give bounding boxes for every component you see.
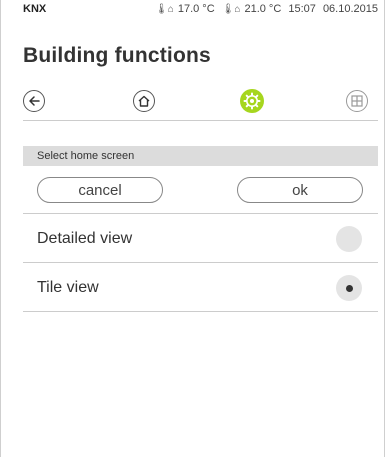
- indoor-temp: 21.0 °C: [244, 3, 282, 15]
- option-label: Tile view: [37, 279, 99, 296]
- home-button[interactable]: [133, 90, 155, 112]
- grid-icon: [351, 95, 363, 107]
- status-bar: KNX 🌡︎⌂ 17.0 °C 🌡︎⌂ 21.0 °C 15:07 06.10.20…: [1, 0, 385, 18]
- outdoor-thermometer-icon: 🌡︎⌂: [155, 4, 174, 15]
- app-screen: KNX 🌡︎⌂ 17.0 °C 🌡︎⌂ 21.0 °C 15:07 06.10.20…: [0, 0, 385, 457]
- nav-bar: [23, 84, 378, 121]
- option-detailed-view[interactable]: Detailed view: [23, 215, 378, 263]
- radio-button-tile-view[interactable]: [336, 275, 362, 301]
- action-row: cancel ok: [23, 166, 378, 214]
- back-arrow-icon: [29, 96, 40, 106]
- ok-button[interactable]: ok: [237, 177, 363, 203]
- option-tile-view[interactable]: Tile view: [23, 264, 378, 312]
- cancel-button[interactable]: cancel: [37, 177, 163, 203]
- option-label: Detailed view: [37, 230, 133, 247]
- outdoor-temp: 17.0 °C: [177, 3, 215, 15]
- gear-icon: [243, 92, 261, 110]
- indoor-thermometer-icon: 🌡︎⌂: [221, 4, 241, 15]
- status-readout: 🌡︎⌂ 17.0 °C 🌡︎⌂ 21.0 °C 15:07 06.10.2015: [151, 3, 378, 15]
- radio-button-detailed-view[interactable]: [336, 226, 362, 252]
- back-button[interactable]: [23, 90, 45, 112]
- page-title: Building functions: [23, 44, 211, 67]
- section-header: Select home screen: [23, 146, 378, 166]
- radio-selected-dot: [345, 284, 353, 292]
- date-label: 06.10.2015: [322, 3, 378, 15]
- brand-label: KNX: [23, 3, 47, 15]
- time-label: 15:07: [288, 3, 316, 15]
- grid-button[interactable]: [346, 90, 368, 112]
- home-icon: [138, 95, 150, 107]
- building-functions-button[interactable]: [240, 89, 264, 113]
